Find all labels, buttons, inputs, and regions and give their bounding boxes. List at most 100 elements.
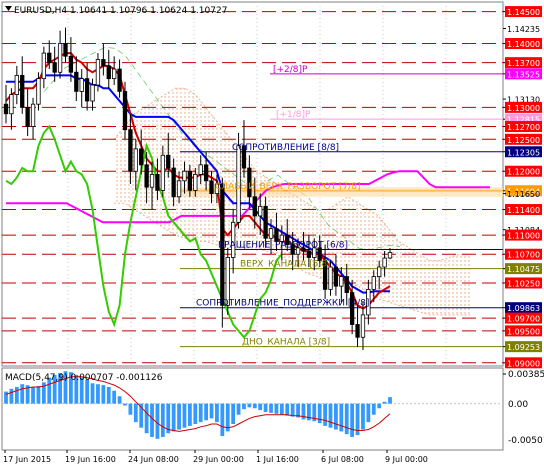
- macd-hist-bar: [160, 403, 165, 437]
- chart-canvas[interactable]: [+2/8]P [+1/8]P СОПРОТИВЛЕНИЕ [8/8] СЛАБЫЙ_…: [0, 0, 544, 468]
- candle-body: [95, 59, 101, 86]
- trading-chart-window[interactable]: [+2/8]P [+1/8]P СОПРОТИВЛЕНИЕ [8/8] СЛАБЫЙ_…: [0, 0, 544, 468]
- price-label-21: 1.09700: [507, 315, 540, 324]
- symbol-header: EURUSD,H4 1.10641 1.10796 1.10624 1.1072…: [5, 6, 227, 16]
- candle-body: [187, 170, 193, 191]
- candle-body: [263, 205, 268, 239]
- macd-scale-top: 0.003851: [508, 370, 544, 380]
- macd-hist-bar: [382, 401, 387, 404]
- murrey-label-7: ДНО_КАНАЛА [3/8]: [242, 338, 330, 348]
- murrey-label-1: [+1/8]P: [276, 110, 311, 120]
- candle-body: [74, 71, 79, 92]
- candle-body: [382, 257, 387, 268]
- candle-body: [30, 103, 36, 127]
- macd-hist-bar: [155, 403, 160, 439]
- price-label-1: 1.14235: [507, 25, 540, 34]
- macd-hist-bar: [242, 403, 246, 410]
- candle-body: [117, 68, 122, 92]
- murrey-label-3: СЛАБЫЙ_ВЕРХ_РАЗВОРОТ [7/8]: [215, 180, 361, 192]
- candle-body: [171, 167, 176, 198]
- candle-body: [182, 170, 187, 182]
- macd-scale-zero: 0.00: [508, 400, 528, 410]
- macd-hist-bar: [323, 403, 327, 426]
- price-label-22: 1.09500: [507, 327, 540, 336]
- macd-hist-bar: [187, 403, 192, 426]
- candle-body: [3, 103, 9, 115]
- macd-hist-bar: [220, 403, 225, 437]
- macd-hist-bar: [371, 403, 376, 415]
- price-label-19: 1.10250: [507, 279, 540, 288]
- candle-body: [193, 174, 198, 191]
- candle-body: [355, 324, 360, 338]
- macd-hist-bar: [388, 397, 392, 404]
- macd-hist-bar: [123, 403, 127, 406]
- candle-body: [52, 62, 57, 73]
- macd-hist-bar: [182, 403, 187, 428]
- time-label-6: 9 Jul 00:00: [385, 455, 428, 464]
- macd-hist-bar: [20, 384, 25, 404]
- macd-hist-bar: [193, 403, 198, 424]
- candle-body: [258, 205, 263, 217]
- price-label-16: 1.11000: [507, 232, 540, 241]
- candle-body: [122, 91, 128, 131]
- macd-hist-bar: [85, 379, 90, 404]
- candle-body: [139, 148, 144, 166]
- macd-hist-bar: [344, 403, 349, 435]
- macd-hist-bar: [106, 386, 111, 404]
- macd-hist-bar: [350, 403, 355, 437]
- price-label-11: 1.12000: [507, 168, 540, 177]
- candle-body: [101, 59, 106, 67]
- macd-hist-bar: [361, 403, 365, 430]
- murrey-label-5: ВЕРХ_КАНАЛА [5/8]: [240, 260, 331, 270]
- murrey-label-6: СОПРОТИВЛЕНИЕ_ПОДДЕРЖКИ [4/8]: [196, 299, 369, 309]
- symbol-info-text: EURUSD,H4 1.10641 1.10796 1.10624 1.1072…: [14, 6, 227, 16]
- macd-hist-bar: [96, 384, 100, 404]
- murrey-label-4: ВРАЩЕНИЕ_РАЗВОРОТ [6/8]: [218, 240, 348, 250]
- macd-hist-bar: [279, 403, 284, 415]
- price-label-14: 1.11400: [507, 206, 540, 215]
- macd-hist-bar: [133, 403, 138, 423]
- candle-body: [160, 154, 166, 191]
- candle-body: [90, 84, 95, 102]
- macd-hist-bar: [90, 383, 95, 404]
- macd-hist-bar: [171, 403, 176, 432]
- candle-body: [84, 78, 90, 102]
- macd-hist-bar: [36, 386, 41, 404]
- macd-hist-bar: [366, 403, 371, 423]
- murrey-label-0: [+2/8]P: [273, 65, 308, 75]
- macd-hist-bar: [231, 403, 236, 424]
- price-label-2: 1.14000: [507, 40, 540, 49]
- macd-hist-bar: [263, 403, 268, 412]
- candle-body: [9, 94, 14, 115]
- price-label-13: 1.11650: [507, 190, 540, 199]
- candle-body: [387, 252, 393, 259]
- macd-hist-bar: [177, 403, 181, 430]
- candle-body: [41, 52, 47, 80]
- candle-body: [360, 314, 366, 338]
- time-label-2: 24 Jun 08:00: [128, 455, 179, 464]
- price-label-20: 1.09863: [507, 304, 540, 313]
- macd-hist-bar: [334, 403, 338, 430]
- macd-hist-bar: [377, 403, 382, 409]
- macd-hist-bar: [328, 403, 333, 428]
- macd-hist-bar: [117, 396, 122, 404]
- time-label-3: 29 Jun 00:00: [193, 455, 244, 464]
- macd-hist-bar: [31, 386, 35, 404]
- price-label-10: 1.12305: [507, 148, 540, 157]
- macd-hist-bar: [236, 403, 241, 415]
- candle-body: [149, 174, 155, 188]
- macd-hist-bar: [285, 403, 290, 416]
- time-label-1: 19 Jun 16:00: [65, 455, 116, 464]
- candle-body: [166, 154, 171, 169]
- candle-body: [20, 75, 25, 108]
- candle-body: [144, 164, 149, 188]
- macd-hist-bar: [274, 403, 279, 414]
- candle-body: [306, 250, 312, 258]
- macd-hist-bar: [14, 386, 19, 404]
- macd-hist-bar: [101, 385, 106, 404]
- price-label-0: 1.14500: [507, 8, 540, 17]
- time-label-4: 1 Jul 16:00: [256, 455, 299, 464]
- candle-body: [79, 78, 84, 92]
- candle-body: [371, 276, 376, 290]
- candle-body: [128, 129, 133, 172]
